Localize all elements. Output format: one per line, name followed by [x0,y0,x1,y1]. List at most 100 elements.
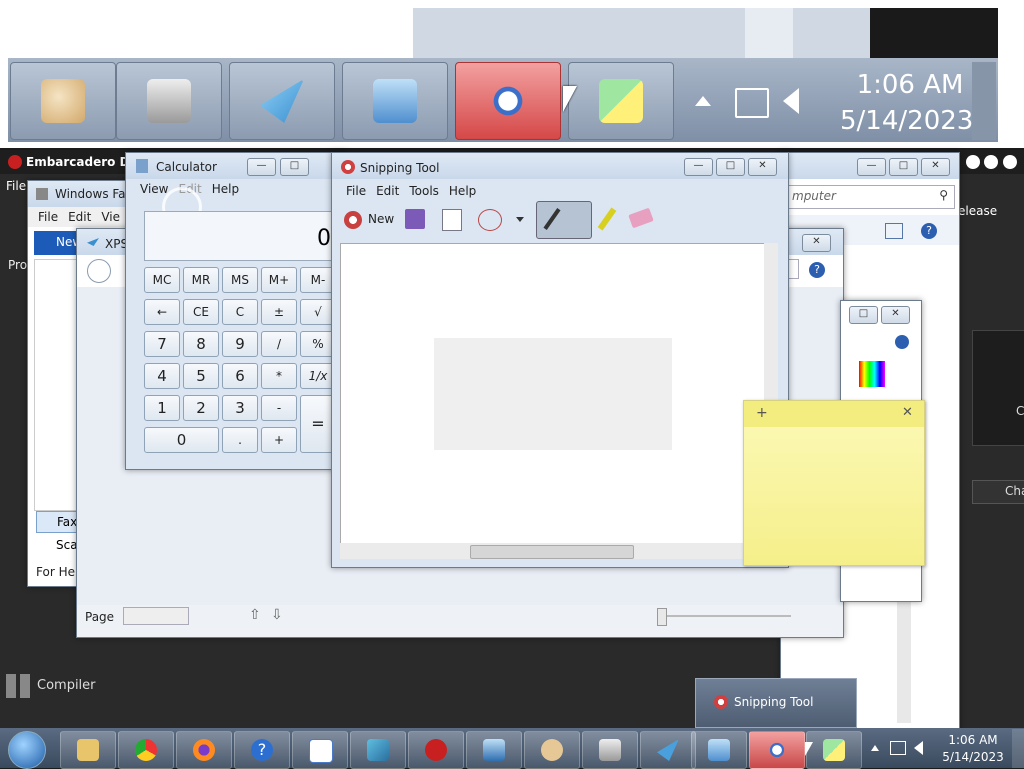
calc-0-button[interactable]: 0 [144,427,219,453]
save-icon[interactable] [405,209,425,229]
xps-page-up-icon[interactable]: ⇧ [249,607,261,623]
calc-mr-button[interactable]: MR [183,267,219,293]
zoom-clock-time[interactable]: 1:06 AM [850,70,970,100]
taskbar-chrome-button[interactable] [118,731,174,769]
tray-up-arrow-icon[interactable] [871,745,879,751]
calc-c-button[interactable]: C [222,299,258,325]
calc-plusminus-button[interactable]: ± [261,299,297,325]
explorer-search-input[interactable]: mputer ⚲ [785,185,955,209]
calc-plus-button[interactable]: + [261,427,297,453]
calc-divide-button[interactable]: / [261,331,297,357]
paint-maximize[interactable]: □ [849,306,878,324]
zoom-paint-button[interactable] [10,62,116,140]
zoom-tray-up-arrow-icon[interactable] [695,96,711,106]
taskbar-clock-time[interactable]: 1:06 AM [938,733,1008,747]
explorer-scrollbar[interactable] [897,583,911,723]
xps-help-icon[interactable]: ? [809,262,825,278]
snipping-menu-help[interactable]: Help [449,184,476,198]
calc-8-button[interactable]: 8 [183,331,219,357]
zoom-show-desktop[interactable] [972,62,996,140]
zoom-clock-date[interactable]: 5/14/2023 [840,106,973,136]
calc-4-button[interactable]: 4 [144,363,180,389]
paint-help-icon[interactable] [895,335,909,349]
calculator-minimize[interactable]: — [247,158,276,176]
taskbar-explorer-button[interactable] [60,731,116,769]
calc-ce-button[interactable]: CE [183,299,219,325]
sticky-note[interactable]: + ✕ [743,400,925,566]
zoom-volume-icon[interactable] [783,88,799,114]
compiler-tab[interactable]: Compiler [37,678,96,693]
taskbar-paint-button[interactable] [524,731,580,769]
explorer-maximize[interactable]: □ [889,158,918,176]
tray-volume-icon[interactable] [914,741,923,755]
taskbar-thumbnail-preview[interactable]: Snipping Tool [695,678,857,728]
fax-menu-edit[interactable]: Edit [68,210,91,224]
calc-mplus-button[interactable]: M+ [261,267,297,293]
snipping-menu-tools[interactable]: Tools [409,184,439,198]
taskbar-fax-button[interactable] [582,731,638,769]
taskbar-wordpad-button[interactable] [292,731,348,769]
snipping-close[interactable]: ✕ [748,158,777,176]
explorer-preview-pane-icon[interactable] [885,223,903,239]
calculator-maximize[interactable]: □ [280,158,309,176]
send-snip-icon[interactable] [478,209,502,231]
snipping-new-button[interactable]: New [340,207,398,233]
snipping-hscroll-thumb[interactable] [470,545,634,559]
zoom-snipping-button[interactable] [455,62,561,140]
snipping-menu-file[interactable]: File [346,184,366,198]
xps-zoom-slider[interactable] [661,615,791,617]
taskbar-clock-date[interactable]: 5/14/2023 [938,750,1008,764]
taskbar-remote-desktop-button[interactable] [466,731,522,769]
calc-mc-button[interactable]: MC [144,267,180,293]
calc-multiply-button[interactable]: * [261,363,297,389]
zoom-network-icon[interactable] [735,88,769,118]
embarcadero-close[interactable] [1003,155,1017,169]
pen-button[interactable] [536,201,592,239]
embarcadero-minimize[interactable] [966,155,980,169]
taskbar-calculator-button[interactable] [691,731,747,769]
copy-icon[interactable] [442,209,462,231]
calc-ms-button[interactable]: MS [222,267,258,293]
start-orb-icon[interactable] [8,731,46,769]
zoom-fax-button[interactable] [116,62,222,140]
calc-decimal-button[interactable]: . [222,427,258,453]
calc-9-button[interactable]: 9 [222,331,258,357]
xps-page-down-icon[interactable]: ⇩ [271,607,283,623]
taskbar-devcpp-button[interactable] [408,731,464,769]
calc-6-button[interactable]: 6 [222,363,258,389]
zoom-sticky-notes-button[interactable] [568,62,674,140]
send-dropdown-icon[interactable] [516,217,524,222]
taskbar-help-button[interactable]: ? [234,731,290,769]
xps-nav-back[interactable] [87,259,111,283]
zoom-calculator-button[interactable] [342,62,448,140]
embarcadero-menu-file[interactable]: File [6,179,26,193]
taskbar-snipping-button[interactable] [749,731,805,769]
calc-minus-button[interactable]: - [261,395,297,421]
tray-network-icon[interactable] [890,741,906,755]
sticky-close-icon[interactable]: ✕ [902,405,913,420]
taskbar-sticky-notes-button[interactable] [806,731,862,769]
explorer-help-icon[interactable]: ? [921,223,937,239]
zoom-xps-button[interactable] [229,62,335,140]
xps-page-input[interactable] [123,607,189,625]
paint-close[interactable]: ✕ [881,306,910,324]
explorer-minimize[interactable]: — [857,158,886,176]
snipping-maximize[interactable]: □ [716,158,745,176]
embarcadero-restore[interactable] [984,155,998,169]
embarcadero-sidebar-pro[interactable]: Pro [8,258,27,272]
fax-menu-view[interactable]: Vie [101,210,120,224]
calc-2-button[interactable]: 2 [183,395,219,421]
calculator-menu-help[interactable]: Help [212,182,239,196]
paint-edit-colors-icon[interactable] [859,361,885,387]
explorer-close[interactable]: ✕ [921,158,950,176]
calc-backspace-button[interactable]: ← [144,299,180,325]
calc-3-button[interactable]: 3 [222,395,258,421]
taskbar-xps-button[interactable] [640,731,696,769]
calculator-menu-view[interactable]: View [140,182,168,196]
sticky-add-icon[interactable]: + [756,405,768,421]
calc-7-button[interactable]: 7 [144,331,180,357]
calc-1-button[interactable]: 1 [144,395,180,421]
taskbar-firefox-button[interactable] [176,731,232,769]
show-desktop-button[interactable] [1012,729,1024,768]
search-icon[interactable]: ⚲ [939,188,948,202]
